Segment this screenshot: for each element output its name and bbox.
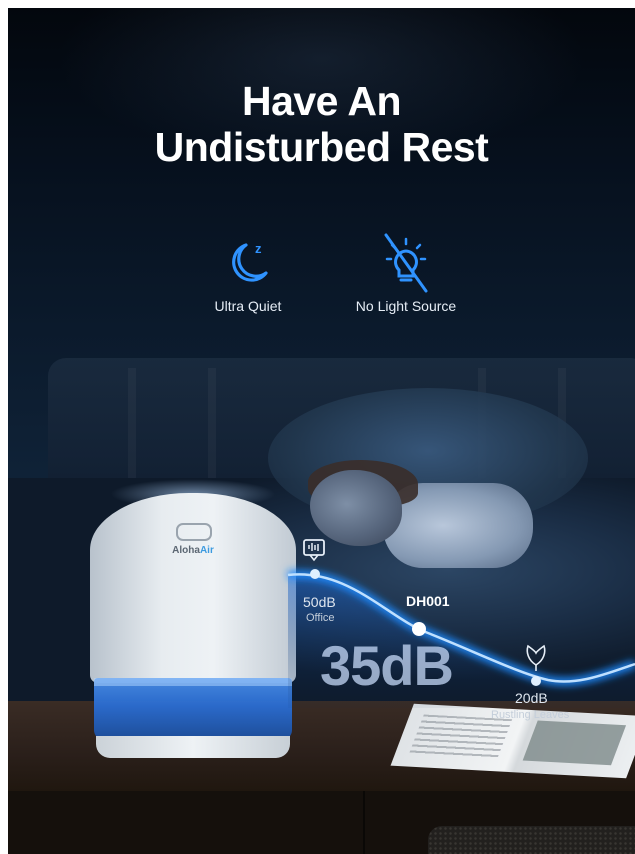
leaves-db-label: 20dB — [515, 690, 548, 706]
leaves-label: Rustling Leaves — [491, 709, 570, 721]
noise-level-curve — [287, 539, 635, 708]
office-marker-dot — [310, 569, 320, 579]
office-icon — [303, 539, 325, 562]
product-label: DH001 — [406, 593, 450, 609]
page: Have An Undisturbed Rest z Ultra Quiet N… — [8, 8, 635, 854]
leaves-marker-dot — [531, 676, 541, 686]
product-db-value: 35dB — [320, 634, 454, 697]
office-label: Office — [306, 612, 335, 624]
office-db-label: 50dB — [303, 594, 336, 610]
leaf-icon — [526, 644, 546, 671]
